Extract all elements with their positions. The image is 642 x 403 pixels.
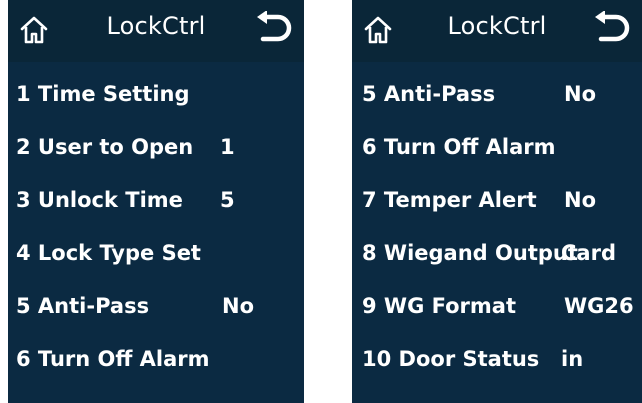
menu-item-label: 6 Turn Off Alarm: [16, 347, 210, 371]
menu-item-value: in: [561, 347, 584, 371]
home-button[interactable]: [358, 10, 398, 50]
page-title: LockCtrl: [106, 12, 206, 40]
menu-item-value: 1: [220, 135, 235, 159]
back-arrow-icon: [257, 11, 292, 42]
menu-item-wiegand-output[interactable]: 8 Wiegand Output Card: [352, 231, 642, 275]
lockctrl-screen-left: LockCtrl 1 Time Setting 2 User to Open 1…: [8, 0, 304, 403]
menu-item-unlock-time[interactable]: 3 Unlock Time 5: [8, 178, 304, 222]
menu-item-turn-off-alarm[interactable]: 6 Turn Off Alarm: [8, 337, 304, 381]
menu-item-value: WG26: [564, 294, 634, 318]
menu-item-label: 2 User to Open: [16, 135, 194, 159]
home-icon: [364, 16, 392, 44]
menu-item-label: 5 Anti-Pass: [16, 294, 150, 318]
home-icon: [20, 16, 48, 44]
menu-item-label: 5 Anti-Pass: [362, 82, 496, 106]
menu-item-label: 4 Lock Type Set: [16, 241, 201, 265]
menu-item-label: 8 Wiegand Output: [362, 241, 578, 265]
menu-item-value: No: [564, 188, 597, 212]
menu-item-temper-alert[interactable]: 7 Temper Alert No: [352, 178, 642, 222]
menu-item-label: 6 Turn Off Alarm: [362, 135, 556, 159]
menu-item-label: 7 Temper Alert: [362, 188, 537, 212]
header: LockCtrl: [352, 0, 642, 62]
menu-item-label: 1 Time Setting: [16, 82, 190, 106]
menu-item-value: No: [222, 294, 255, 318]
home-button[interactable]: [14, 10, 54, 50]
header: LockCtrl: [8, 0, 304, 62]
menu-item-label: 3 Unlock Time: [16, 188, 183, 212]
back-arrow-icon: [595, 11, 630, 42]
menu-item-time-setting[interactable]: 1 Time Setting: [8, 72, 304, 116]
menu-item-turn-off-alarm[interactable]: 6 Turn Off Alarm: [352, 125, 642, 169]
lockctrl-screen-right: LockCtrl 5 Anti-Pass No 6 Turn Off Alarm…: [352, 0, 642, 403]
menu-item-door-status[interactable]: 10 Door Status in: [352, 337, 642, 381]
menu-item-user-to-open[interactable]: 2 User to Open 1: [8, 125, 304, 169]
menu-item-value: Card: [561, 241, 616, 265]
menu-item-anti-pass[interactable]: 5 Anti-Pass No: [352, 72, 642, 116]
back-button[interactable]: [590, 8, 634, 48]
menu-item-value: 5: [220, 188, 235, 212]
menu-item-lock-type-set[interactable]: 4 Lock Type Set: [8, 231, 304, 275]
page-title: LockCtrl: [447, 12, 547, 40]
menu-item-value: No: [564, 82, 597, 106]
menu-item-label: 10 Door Status: [362, 347, 540, 371]
menu-item-anti-pass[interactable]: 5 Anti-Pass No: [8, 284, 304, 328]
menu-item-label: 9 WG Format: [362, 294, 517, 318]
menu-item-wg-format[interactable]: 9 WG Format WG26: [352, 284, 642, 328]
back-button[interactable]: [252, 8, 296, 48]
